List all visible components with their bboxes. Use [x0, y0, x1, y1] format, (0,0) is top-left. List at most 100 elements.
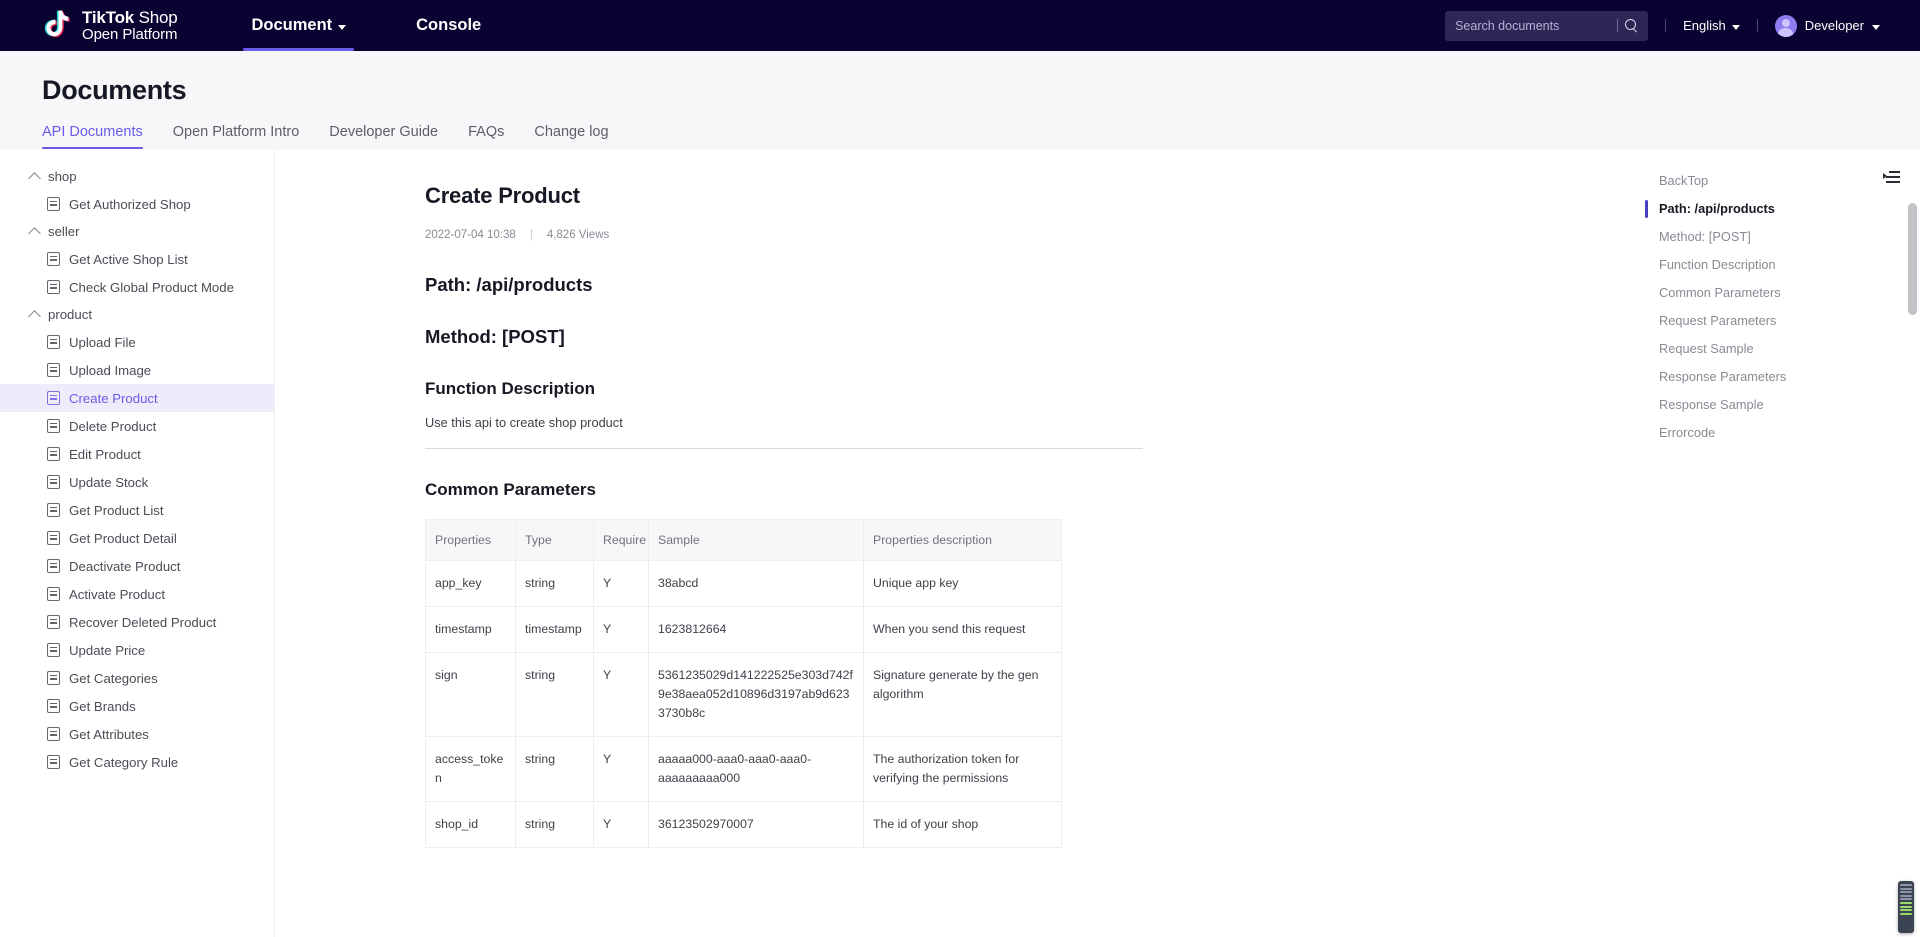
- cell-properties: sign: [425, 652, 516, 738]
- page-scrollbar-thumb[interactable]: [1908, 203, 1917, 315]
- cell-description: Unique app key: [863, 559, 1062, 608]
- document-icon: [47, 391, 60, 405]
- sidebar-item-label: Get Active Shop List: [69, 251, 188, 267]
- cell-sample: 1623812664: [648, 606, 864, 654]
- brand-line2: Open Platform: [82, 25, 178, 43]
- sidebar-item-update-price[interactable]: Update Price: [0, 636, 274, 664]
- tab-open-platform-intro[interactable]: Open Platform Intro: [173, 124, 300, 149]
- top-nav-right: English Developer: [1445, 10, 1880, 41]
- cell-type: string: [515, 801, 594, 849]
- sidebar-item-update-stock[interactable]: Update Stock: [0, 468, 274, 496]
- brand-text: TikTok Shop Open Platform: [82, 7, 178, 44]
- article-views: 4,826 Views: [546, 229, 610, 241]
- column-header-require: Require: [593, 519, 649, 561]
- document-icon: [47, 615, 60, 629]
- sidebar-item-recover-deleted-product[interactable]: Recover Deleted Product: [0, 608, 274, 636]
- table-head: Properties Type Require Sample Propertie…: [425, 519, 1062, 561]
- sidebar-item-upload-image[interactable]: Upload Image: [0, 356, 274, 384]
- table-row: shop_id string Y 36123502970007 The id o…: [425, 801, 1062, 849]
- sidebar-nav[interactable]: shop Get Authorized Shop seller Get Acti…: [0, 149, 275, 937]
- language-selector[interactable]: English: [1683, 18, 1740, 33]
- sidebar-item-get-product-detail[interactable]: Get Product Detail: [0, 524, 274, 552]
- status-indicator-widget[interactable]: [1898, 881, 1914, 933]
- article-title: Create Product: [425, 183, 580, 208]
- user-menu[interactable]: Developer: [1774, 14, 1880, 37]
- toc-item-request-sample[interactable]: Request Sample: [1659, 335, 1900, 363]
- sidebar-item-get-brands[interactable]: Get Brands: [0, 692, 274, 720]
- sidebar-item-label: Get Authorized Shop: [69, 196, 191, 212]
- toc-item-errorcode[interactable]: Errorcode: [1659, 419, 1900, 447]
- document-icon: [47, 727, 60, 741]
- search-box[interactable]: [1445, 10, 1649, 41]
- brand-logo[interactable]: TikTok Shop Open Platform: [42, 7, 178, 44]
- chevron-up-icon: [28, 227, 41, 240]
- sidebar-item-label: Deactivate Product: [69, 558, 181, 574]
- sidebar-item-label: Get Brands: [69, 698, 136, 714]
- tab-faqs[interactable]: FAQs: [468, 124, 504, 149]
- table-row: access_token string Y aaaaa000-aaa0-aaa0…: [425, 736, 1062, 803]
- sidebar-item-activate-product[interactable]: Activate Product: [0, 580, 274, 608]
- sidebar-item-create-product[interactable]: Create Product: [0, 384, 274, 412]
- sidebar-item-get-product-list[interactable]: Get Product List: [0, 496, 274, 524]
- sidebar-item-label: Get Attributes: [69, 726, 149, 742]
- toc-item-request-parameters[interactable]: Request Parameters: [1659, 307, 1900, 335]
- sidebar-item-get-active-shop-list[interactable]: Get Active Shop List: [0, 245, 274, 273]
- toc-item-path[interactable]: Path: /api/products: [1645, 195, 1900, 223]
- nav-item-console[interactable]: Console: [416, 0, 481, 51]
- tab-change-log[interactable]: Change log: [534, 124, 608, 149]
- brand-line1-thin: Shop: [138, 7, 178, 27]
- sidebar-item-check-global-product-mode[interactable]: Check Global Product Mode: [0, 273, 274, 301]
- sidebar-item-deactivate-product[interactable]: Deactivate Product: [0, 552, 274, 580]
- nav-item-console-label: Console: [416, 16, 482, 34]
- sidebar-item-get-attributes[interactable]: Get Attributes: [0, 720, 274, 748]
- tab-developer-guide[interactable]: Developer Guide: [329, 124, 438, 149]
- sidebar-item-upload-file[interactable]: Upload File: [0, 328, 274, 356]
- sidebar-item-get-categories[interactable]: Get Categories: [0, 664, 274, 692]
- document-icon: [47, 559, 60, 573]
- brand-line1-bold: TikTok: [82, 7, 135, 27]
- sidebar-item-label: Check Global Product Mode: [69, 279, 234, 295]
- table-body: app_key string Y 38abcd Unique app key t…: [425, 559, 1062, 849]
- page-header: Documents API Documents Open Platform In…: [0, 51, 1920, 149]
- sidebar-item-label: Update Price: [69, 642, 146, 658]
- avatar: [1774, 14, 1797, 37]
- toc-item-method[interactable]: Method: [POST]: [1659, 223, 1900, 251]
- sidebar-group-product[interactable]: product: [0, 301, 274, 328]
- cell-require: Y: [593, 801, 649, 849]
- cell-properties: shop_id: [425, 801, 516, 849]
- cell-require: Y: [593, 559, 649, 608]
- tab-api-documents[interactable]: API Documents: [42, 124, 143, 149]
- sidebar-group-seller[interactable]: seller: [0, 218, 274, 245]
- toc-item-function-description[interactable]: Function Description: [1659, 251, 1900, 279]
- sidebar-item-edit-product[interactable]: Edit Product: [0, 440, 274, 468]
- document-icon: [47, 503, 60, 517]
- function-description-text: Use this api to create shop product: [425, 415, 623, 430]
- search-icon[interactable]: [1625, 19, 1638, 32]
- sidebar-item-get-category-rule[interactable]: Get Category Rule: [0, 748, 274, 776]
- sidebar-group-shop[interactable]: shop: [0, 163, 274, 190]
- heading-function-description: Function Description: [425, 379, 595, 398]
- sidebar-item-delete-product[interactable]: Delete Product: [0, 412, 274, 440]
- page-body: shop Get Authorized Shop seller Get Acti…: [0, 149, 1920, 937]
- list-toggle-icon[interactable]: [1883, 171, 1900, 184]
- column-header-properties: Properties: [425, 519, 516, 561]
- toc-item-common-parameters[interactable]: Common Parameters: [1659, 279, 1900, 307]
- meta-separator: |: [529, 229, 533, 241]
- page-tabs: API Documents Open Platform Intro Develo…: [42, 124, 1920, 149]
- cell-type: string: [515, 652, 594, 738]
- search-input[interactable]: [1455, 18, 1618, 33]
- table-of-contents: BackTop Path: /api/products Method: [POS…: [1645, 149, 1920, 937]
- sidebar-item-label: Get Product List: [69, 502, 164, 518]
- toc-item-response-parameters[interactable]: Response Parameters: [1659, 363, 1900, 391]
- sidebar-item-get-authorized-shop[interactable]: Get Authorized Shop: [0, 190, 274, 218]
- cell-description: The authorization token for verifying th…: [863, 736, 1062, 803]
- document-icon: [47, 699, 60, 713]
- toc-item-response-sample[interactable]: Response Sample: [1659, 391, 1900, 419]
- cell-sample: 38abcd: [648, 559, 864, 608]
- nav-item-document[interactable]: Document: [243, 0, 354, 51]
- document-icon: [47, 643, 60, 657]
- cell-require: Y: [593, 736, 649, 803]
- nav-divider-2: [1756, 19, 1758, 32]
- sidebar-group-label: seller: [48, 224, 80, 239]
- toc-back-top[interactable]: BackTop: [1659, 167, 1708, 195]
